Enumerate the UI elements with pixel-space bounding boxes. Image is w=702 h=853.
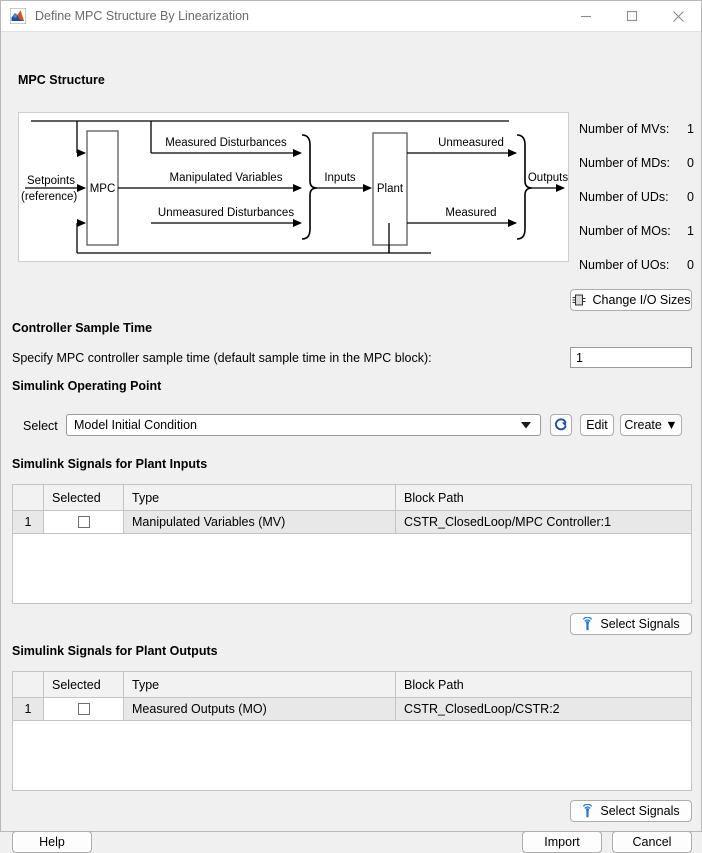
io-count-mds-label: Number of MDs: [579,156,682,170]
sample-time-input[interactable]: 1 [570,347,692,368]
section-heading-mpc-structure: MPC Structure [18,73,105,87]
plant-outputs-col-path: Block Path [396,672,691,697]
io-count-mds: Number of MDs: 0 [579,146,694,180]
plant-inputs-row-path: CSTR_ClosedLoop/MPC Controller:1 [396,511,691,533]
io-count-mvs-label: Number of MVs: [579,122,682,136]
dialog-window: Define MPC Structure By Linearization MP… [0,0,702,832]
plant-outputs-row-type: Measured Outputs (MO) [124,698,396,720]
plant-inputs-col-index [13,485,44,510]
signal-probe-icon [582,804,593,818]
refresh-operating-point-button[interactable] [550,414,572,436]
operating-point-select-label: Select [23,419,58,433]
cancel-button[interactable]: Cancel [612,831,692,853]
close-button[interactable] [655,1,701,32]
plant-inputs-row-selected-cell[interactable] [44,511,124,533]
plant-outputs-col-selected: Selected [44,672,124,697]
operating-point-combobox[interactable]: Model Initial Condition [66,414,541,436]
io-count-mos: Number of MOs: 1 [579,214,694,248]
io-count-mos-value: 1 [682,224,694,238]
diagram-unmeasured-disturbances: Unmeasured Disturbances [158,207,294,219]
help-button-label: Help [39,835,65,849]
matlab-membrane-icon [10,8,26,24]
import-button[interactable]: Import [522,831,602,853]
diagram-setpoints-line2: (reference) [21,191,77,203]
section-heading-sample-time: Controller Sample Time [12,321,152,335]
diagram-manipulated-variables: Manipulated Variables [170,172,283,184]
plant-inputs-col-selected: Selected [44,485,124,510]
maximize-button[interactable] [609,1,655,32]
diagram-plant-label: Plant [377,183,404,195]
diagram-inputs: Inputs [324,172,356,184]
help-button[interactable]: Help [12,831,92,853]
io-count-mvs: Number of MVs: 1 [579,112,694,146]
io-count-uds: Number of UDs: 0 [579,180,694,214]
plant-inputs-col-path: Block Path [396,485,691,510]
diagram-measured-disturbances: Measured Disturbances [165,137,287,149]
io-counts-list: Number of MVs: 1 Number of MDs: 0 Number… [579,112,694,282]
section-heading-plant-inputs: Simulink Signals for Plant Inputs [12,457,207,471]
plant-outputs-row-path: CSTR_ClosedLoop/CSTR:2 [396,698,691,720]
io-count-uos-value: 0 [682,258,694,272]
io-count-mds-value: 0 [682,156,694,170]
plant-outputs-select-signals-label: Select Signals [600,804,679,818]
plant-outputs-row-index: 1 [13,698,44,720]
minimize-button[interactable] [563,1,609,32]
plant-outputs-header-row: Selected Type Block Path [13,672,691,698]
import-button-label: Import [544,835,579,849]
section-heading-operating-point: Simulink Operating Point [12,379,161,393]
plant-inputs-header-row: Selected Type Block Path [13,485,691,511]
table-row[interactable]: 1 Measured Outputs (MO) CSTR_ClosedLoop/… [13,698,691,721]
plant-inputs-col-type: Type [124,485,396,510]
change-io-sizes-label: Change I/O Sizes [593,293,691,307]
plant-inputs-select-signals-label: Select Signals [600,617,679,631]
window-controls [563,1,701,32]
plant-inputs-row-checkbox[interactable] [78,516,90,528]
edit-operating-point-button[interactable]: Edit [580,414,614,436]
refresh-icon [554,417,568,434]
window-title: Define MPC Structure By Linearization [35,9,563,23]
plant-inputs-table[interactable]: Selected Type Block Path 1 Manipulated V… [12,484,692,604]
diagram-unmeasured: Unmeasured [438,137,504,149]
diagram-measured: Measured [445,207,496,219]
plant-inputs-row-index: 1 [13,511,44,533]
chevron-down-icon [521,418,531,432]
signal-probe-icon [582,617,593,631]
plant-inputs-row-type: Manipulated Variables (MV) [124,511,396,533]
mpc-structure-diagram: MPC Plant Setpoints (reference) Measured… [18,112,569,262]
create-button-label: Create ▼ [624,418,677,432]
plant-inputs-select-signals-button[interactable]: Select Signals [570,613,692,635]
operating-point-selected-value: Model Initial Condition [74,418,197,432]
io-count-uos: Number of UOs: 0 [579,248,694,282]
io-count-uds-value: 0 [682,190,694,204]
sample-time-value: 1 [576,351,583,365]
io-count-uds-label: Number of UDs: [579,190,682,204]
plant-outputs-col-type: Type [124,672,396,697]
edit-button-label: Edit [586,418,608,432]
io-count-uos-label: Number of UOs: [579,258,682,272]
cancel-button-label: Cancel [633,835,672,849]
io-count-mos-label: Number of MOs: [579,224,682,238]
section-heading-plant-outputs: Simulink Signals for Plant Outputs [12,644,218,658]
io-count-mvs-value: 1 [682,122,694,136]
title-bar: Define MPC Structure By Linearization [1,1,701,32]
plant-outputs-table[interactable]: Selected Type Block Path 1 Measured Outp… [12,671,692,791]
create-operating-point-button[interactable]: Create ▼ [620,414,682,436]
sample-time-description: Specify MPC controller sample time (defa… [12,351,432,365]
diagram-mpc-label: MPC [90,183,116,195]
plant-outputs-col-index [13,672,44,697]
diagram-setpoints-line1: Setpoints [27,175,75,187]
plant-outputs-row-checkbox[interactable] [78,703,90,715]
plant-outputs-row-selected-cell[interactable] [44,698,124,720]
table-row[interactable]: 1 Manipulated Variables (MV) CSTR_Closed… [13,511,691,534]
change-io-sizes-button[interactable]: Change I/O Sizes [570,289,692,311]
block-io-icon [572,294,586,306]
diagram-outputs: Outputs [528,172,568,184]
plant-outputs-select-signals-button[interactable]: Select Signals [570,800,692,822]
